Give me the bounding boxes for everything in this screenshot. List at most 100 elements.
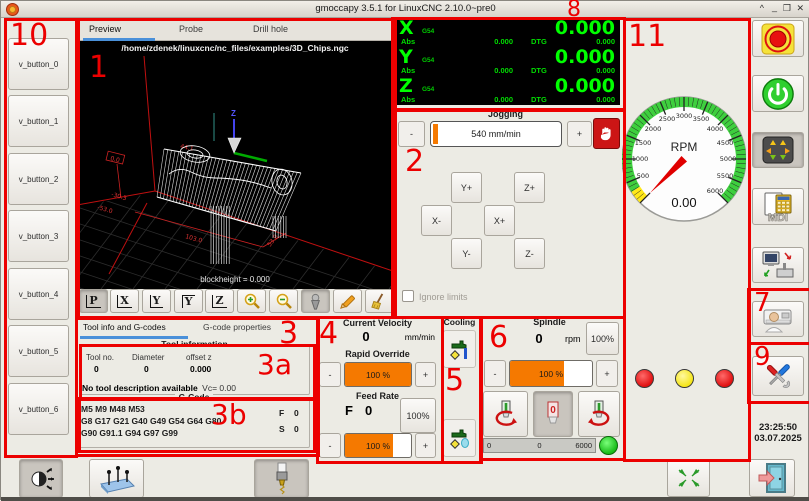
zoom-out-button[interactable] bbox=[269, 289, 298, 313]
coord-system: G54 bbox=[422, 86, 434, 93]
view-p-button[interactable]: P bbox=[79, 289, 108, 313]
jog-z-plus-button[interactable]: Z+ bbox=[514, 172, 545, 203]
jog-hand-icon bbox=[597, 124, 616, 143]
no-tool-description: No tool description available bbox=[82, 383, 198, 393]
spindle-minus-button[interactable]: - bbox=[484, 360, 506, 387]
sidebar-item-v-button-2[interactable]: v_button_2 bbox=[8, 153, 69, 205]
jog-y-minus-button[interactable]: Y- bbox=[451, 238, 482, 269]
view-y-button[interactable]: Y bbox=[142, 289, 171, 313]
manual-mode-button[interactable] bbox=[752, 132, 804, 168]
view-z-button[interactable]: Z bbox=[205, 289, 234, 313]
tool-measure-button[interactable] bbox=[254, 459, 309, 498]
window-title: gmoccapy 3.5.1 for LinuxCNC 2.10.0~pre0 bbox=[1, 3, 809, 14]
gcode-line-m: M5 M9 M48 M53 bbox=[81, 404, 145, 414]
sidebar-item-v-button-1[interactable]: v_button_1 bbox=[8, 95, 69, 147]
zoom-out-icon bbox=[275, 292, 293, 310]
feed-minus-button[interactable]: - bbox=[319, 433, 341, 458]
settings-page-button[interactable] bbox=[752, 356, 804, 396]
setup-user-icon bbox=[761, 304, 795, 334]
tab-probe[interactable]: Probe bbox=[179, 24, 203, 34]
svg-text:2000: 2000 bbox=[645, 125, 662, 133]
flood-coolant-button[interactable] bbox=[443, 330, 476, 368]
dtg-value: 0.000 bbox=[570, 95, 615, 104]
feed-override-value: 100 % bbox=[345, 434, 411, 457]
svg-text:0: 0 bbox=[550, 405, 556, 416]
abs-value: 0.000 bbox=[463, 66, 513, 75]
dtg-value: 0.000 bbox=[570, 66, 615, 75]
axis-position: 0.000 bbox=[555, 17, 615, 39]
estop-button[interactable] bbox=[752, 20, 804, 57]
view-x-button[interactable]: X bbox=[110, 289, 139, 313]
tool-notebook: Tool info and G-codes G-code properties … bbox=[75, 317, 314, 451]
spindle-plus-button[interactable]: + bbox=[596, 360, 618, 387]
spindle-cw-button[interactable] bbox=[578, 391, 620, 437]
spindle-override-bar[interactable]: 100 % bbox=[509, 360, 593, 387]
fullscreen-button[interactable] bbox=[667, 459, 710, 497]
preview-notebook: Preview Probe Drill hole /home/zdenek/li… bbox=[77, 18, 393, 314]
spindle-reset-button[interactable]: 100% bbox=[586, 322, 619, 355]
tools-settings-icon bbox=[761, 359, 795, 393]
dro-panel[interactable]: X G54 0.000 Abs 0.000 DTG 0.000 Y G54 0.… bbox=[393, 17, 620, 105]
spindle-stop-button[interactable]: 0 bbox=[533, 391, 573, 437]
tool-measure-icon bbox=[270, 462, 294, 496]
auto-mode-button[interactable] bbox=[752, 247, 804, 283]
feed-reset-button[interactable]: 100% bbox=[400, 398, 436, 433]
jog-x-minus-button[interactable]: X- bbox=[421, 205, 452, 236]
window-minimize-button[interactable]: _ bbox=[772, 2, 777, 12]
zoom-in-button[interactable] bbox=[237, 289, 266, 313]
tab-tool-info[interactable]: Tool info and G-codes bbox=[83, 322, 166, 332]
dtg-label: DTG bbox=[531, 95, 547, 104]
setup-page-button[interactable] bbox=[752, 301, 804, 337]
svg-text:1500: 1500 bbox=[635, 139, 652, 147]
mist-coolant-icon bbox=[449, 424, 471, 452]
exit-button[interactable] bbox=[749, 459, 795, 497]
feed-override-bar[interactable]: 100 % bbox=[344, 433, 412, 458]
axis-position: 0.000 bbox=[555, 75, 615, 97]
window-close-button[interactable]: ✕ bbox=[796, 3, 804, 14]
keyboard-jog-button[interactable] bbox=[593, 118, 620, 149]
sidebar-item-v-button-5[interactable]: v_button_5 bbox=[8, 325, 69, 377]
spindle-gauge-panel: 500 1000 1500 2000 2500 3000 3500 4000 4… bbox=[623, 18, 745, 456]
ignore-limits-checkbox[interactable] bbox=[402, 290, 414, 302]
window-shade-button[interactable]: ^ bbox=[760, 3, 764, 13]
axis-letter: Z bbox=[399, 75, 413, 97]
spindle-cw-icon bbox=[582, 398, 616, 430]
jog-z-minus-button[interactable]: Z- bbox=[514, 238, 545, 269]
clear-plot-button[interactable] bbox=[365, 289, 394, 313]
clock-date: 03.07.2025 bbox=[747, 433, 809, 444]
jog-x-plus-button[interactable]: X+ bbox=[484, 205, 515, 236]
jog-speed-slider[interactable]: 540 mm/min bbox=[430, 121, 562, 147]
coord-system: G54 bbox=[422, 28, 434, 35]
window-maximize-button[interactable]: ❒ bbox=[783, 3, 791, 14]
touch-plate-button[interactable] bbox=[89, 459, 144, 498]
mist-coolant-button[interactable] bbox=[443, 419, 476, 457]
tab-preview[interactable]: Preview bbox=[89, 24, 121, 34]
sidebar-item-v-button-0[interactable]: v_button_0 bbox=[8, 38, 69, 90]
rapid-minus-button[interactable]: - bbox=[319, 362, 341, 387]
sidebar-item-v-button-4[interactable]: v_button_4 bbox=[8, 268, 69, 320]
diameter-value: 0 bbox=[144, 364, 149, 374]
sidebar-item-v-button-3[interactable]: v_button_3 bbox=[8, 210, 69, 262]
toolpath-toggle-button[interactable] bbox=[301, 289, 330, 313]
jog-speed-plus-button[interactable]: + bbox=[567, 121, 592, 147]
jog-speed-minus-button[interactable]: - bbox=[398, 121, 425, 147]
svg-text:6000: 6000 bbox=[707, 187, 724, 195]
feed-plus-button[interactable]: + bbox=[415, 433, 436, 458]
spindle-ccw-button[interactable] bbox=[483, 391, 528, 437]
mdi-mode-button[interactable]: MDI bbox=[752, 188, 804, 225]
jog-y-plus-button[interactable]: Y+ bbox=[451, 172, 482, 203]
dtg-label: DTG bbox=[531, 37, 547, 46]
axis-letter: Y bbox=[399, 46, 413, 68]
rpm-gauge: 500 1000 1500 2000 2500 3000 3500 4000 4… bbox=[622, 95, 746, 223]
tab-drill-hole[interactable]: Drill hole bbox=[253, 24, 288, 34]
dimensions-button[interactable] bbox=[333, 289, 362, 313]
z-axis-label: Z bbox=[231, 109, 236, 118]
touch-off-button[interactable] bbox=[19, 459, 63, 498]
gremlin-3d-preview[interactable]: 44.1 103.0 53.0 0.0 -30.3 -53.0 Z bbox=[77, 56, 393, 289]
sidebar-item-v-button-6[interactable]: v_button_6 bbox=[8, 383, 69, 435]
view-y2-button[interactable]: Y bbox=[174, 289, 203, 313]
tab-gcode-properties[interactable]: G-code properties bbox=[203, 322, 271, 332]
rapid-override-bar[interactable]: 100 % bbox=[344, 362, 412, 387]
machine-on-button[interactable] bbox=[752, 75, 804, 112]
rapid-plus-button[interactable]: + bbox=[415, 362, 436, 387]
